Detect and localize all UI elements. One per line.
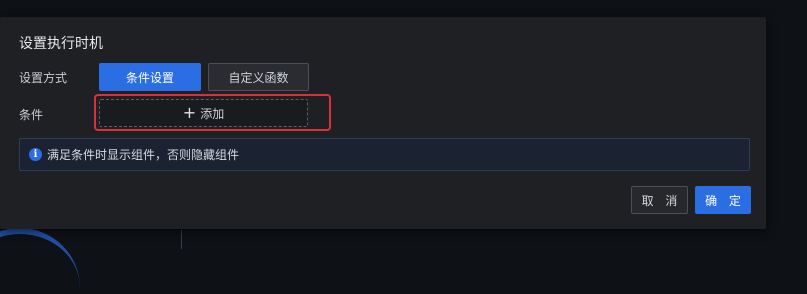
background-divider <box>181 230 182 249</box>
cancel-button[interactable]: 取 消 <box>631 186 688 214</box>
add-condition-button[interactable]: + 添加 <box>99 99 308 127</box>
execution-timing-dialog: 设置执行时机 设置方式 条件设置 自定义函数 条件 + 添加 i 满足条件时显示… <box>0 17 766 229</box>
mode-label: 设置方式 <box>19 71 68 85</box>
info-icon: i <box>29 148 42 161</box>
info-bar: i 满足条件时显示组件，否则隐藏组件 <box>19 138 750 171</box>
mode-custom-function-button[interactable]: 自定义函数 <box>208 63 309 91</box>
dialog-title: 设置执行时机 <box>19 36 103 52</box>
plus-icon: + <box>182 103 197 122</box>
info-text: 满足条件时显示组件，否则隐藏组件 <box>47 148 240 162</box>
mode-condition-button[interactable]: 条件设置 <box>99 63 201 91</box>
background-arc <box>0 228 80 294</box>
condition-label: 条件 <box>19 108 44 122</box>
add-button-label: 添加 <box>200 106 225 121</box>
confirm-button[interactable]: 确 定 <box>695 186 751 214</box>
